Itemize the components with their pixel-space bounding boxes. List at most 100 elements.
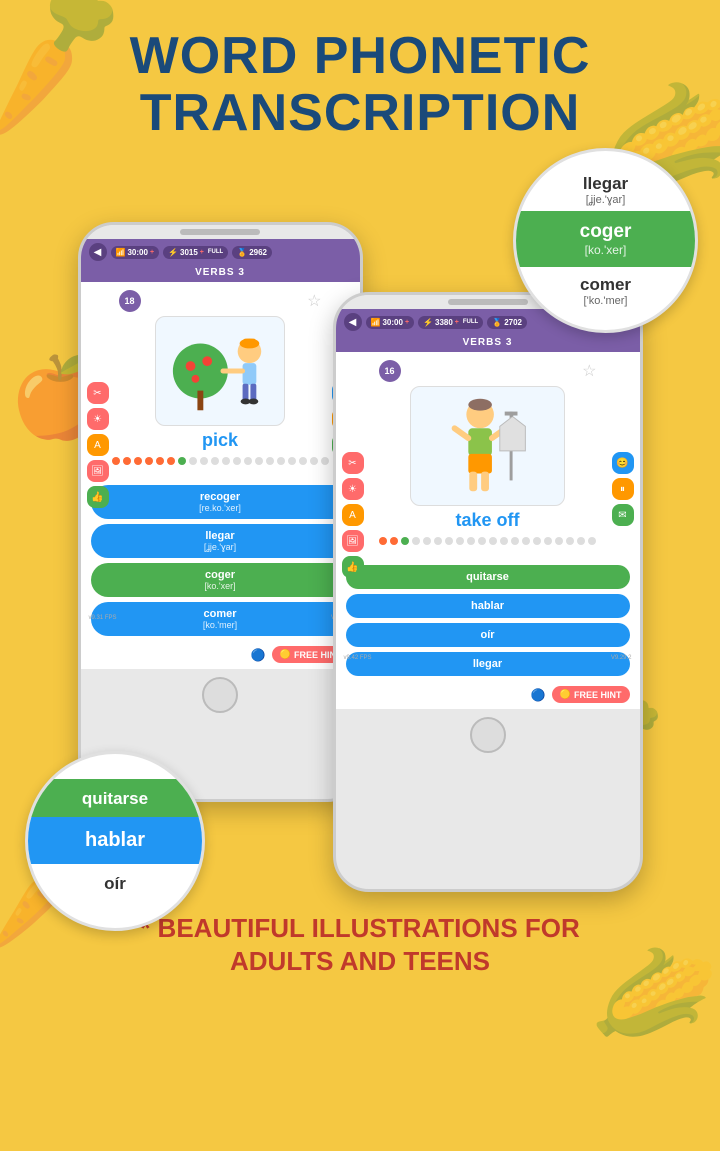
hint-coin-r: 🟡 [560,689,571,700]
dot [156,457,164,465]
dot-r [423,537,431,545]
font-btn[interactable]: A [87,434,109,456]
score-display-left: ⚡ 3015 + FULL [163,246,228,259]
bubble-item-oir: oír [28,864,202,904]
pick-illustration [156,317,284,425]
hint-icon: 🔵 [251,648,266,662]
scissors-btn-r[interactable]: ✂ [342,452,364,474]
score-display-right: ⚡ 3380 + FULL [418,316,483,329]
pause-btn-r[interactable]: ⏸ [612,478,634,500]
answer-btn-recoger[interactable]: recoger [re.ko.'xer] [91,485,350,519]
dot [244,457,252,465]
card-word-left: pick [202,430,238,451]
dot-r [533,537,541,545]
wifi-icon: 📶 [116,248,126,257]
dot [310,457,318,465]
home-button-left[interactable] [202,677,238,713]
dot-r [445,537,453,545]
dot [123,457,131,465]
answer-btn-llegar-r[interactable]: llegar [346,652,630,676]
card-number-left: 18 [119,290,141,312]
dot [112,457,120,465]
dot-r [434,537,442,545]
card-number-right: 16 [379,360,401,382]
hint-bar-right: 🔵 🟡 FREE HINT [336,682,640,709]
dot-r [588,537,596,545]
answer-btn-quitarse[interactable]: quitarse [346,565,630,589]
time-display-right: 📶 30:00 + [366,316,415,329]
dot-r [379,537,387,545]
card-area-left: ✂ ☀ A 🖼 👍 😊 ⏸ ✉ 18 ☆ [81,282,360,479]
dot [277,457,285,465]
dot [167,457,175,465]
fps-label-right: v9.42 FPS [344,655,372,661]
dot [266,457,274,465]
notch-bar-right [448,299,528,305]
phone-right: ◀ 📶 30:00 + ⚡ 3380 + FULL 🏅 2702 VERBS 3 [333,292,643,892]
answer-btn-comer[interactable]: comer [ko.'mer] [91,602,350,636]
dot-r [522,537,530,545]
phone-left-notch [81,225,360,239]
dot-r [555,537,563,545]
image-btn-r[interactable]: 🖼 [342,530,364,552]
card-word-right: take off [455,510,519,531]
fps-label-left: v9.31 FPS [89,615,117,621]
bubble-word-coger: coger [524,221,687,243]
dot-r [467,537,475,545]
hint-icon-r: 🔵 [531,688,546,702]
dot-r [566,537,574,545]
sun-btn-r[interactable]: ☀ [342,478,364,500]
medal-icon: 🏅 [237,248,247,257]
answer-btn-coger[interactable]: coger [ko.'xer] [91,563,350,597]
sun-btn[interactable]: ☀ [87,408,109,430]
bubble-word-quitarse: quitarse [36,789,194,809]
face-btn-r[interactable]: 😊 [612,452,634,474]
dot-r [544,537,552,545]
bubble-phonetic-llegar: [ʝje.'ɣar] [524,194,687,206]
scissors-btn[interactable]: ✂ [87,382,109,404]
dot-r [489,537,497,545]
hint-bar-left: 🔵 🟡 FREE HINT [81,642,360,669]
bubble-word-comer: comer [524,275,687,295]
coins-display-right: 🏅 2702 [487,316,527,329]
dot [233,457,241,465]
card-image-left [155,316,285,426]
notch-bar [180,229,260,235]
dot [321,457,329,465]
status-bar-left: ◀ 📶 30:00 + ⚡ 3015 + FULL 🏅 2962 [81,239,360,265]
card-header-right: 16 ☆ [344,360,632,382]
bubble-phonetic-comer: ['ko.'mer] [524,295,687,307]
image-btn[interactable]: 🖼 [87,460,109,482]
star-icon-right[interactable]: ☆ [582,361,596,381]
wifi-icon-right: 📶 [371,318,381,327]
answer-btn-llegar[interactable]: llegar [ʝje.'ɣar] [91,524,350,558]
phone-left: ◀ 📶 30:00 + ⚡ 3015 + FULL 🏅 2962 VERBS 3 [78,222,363,802]
answer-btn-hablar[interactable]: hablar [346,594,630,618]
dot [255,457,263,465]
hint-coin: 🟡 [280,649,291,660]
side-buttons-right-right: 😊 ⏸ ✉ [612,452,634,526]
home-button-right[interactable] [470,717,506,753]
dot [211,457,219,465]
progress-dots-right [379,537,596,545]
category-bar-left: VERBS 3 [81,265,360,282]
thumb-btn-r[interactable]: 👍 [342,556,364,578]
side-buttons-left: ✂ ☀ A 🖼 👍 [87,382,109,508]
bubble-right: llegar [ʝje.'ɣar] coger [ko.'xer] comer … [513,148,698,333]
answers-left: recoger [re.ko.'xer] llegar [ʝje.'ɣar] c… [81,479,360,642]
back-button-left[interactable]: ◀ [89,243,107,261]
dot [200,457,208,465]
card-image-right [410,386,565,506]
mail-btn-r[interactable]: ✉ [612,504,634,526]
dot [134,457,142,465]
back-button-right[interactable]: ◀ [344,313,362,331]
medal-icon-right: 🏅 [492,318,502,327]
font-btn-r[interactable]: A [342,504,364,526]
dot [222,457,230,465]
star-icon-left[interactable]: ☆ [307,291,321,311]
progress-dots-left [112,457,329,465]
bubble-word-oir: oír [36,874,194,894]
free-hint-btn-right[interactable]: 🟡 FREE HINT [552,686,630,703]
dot-r [390,537,398,545]
answer-btn-oir[interactable]: oír [346,623,630,647]
